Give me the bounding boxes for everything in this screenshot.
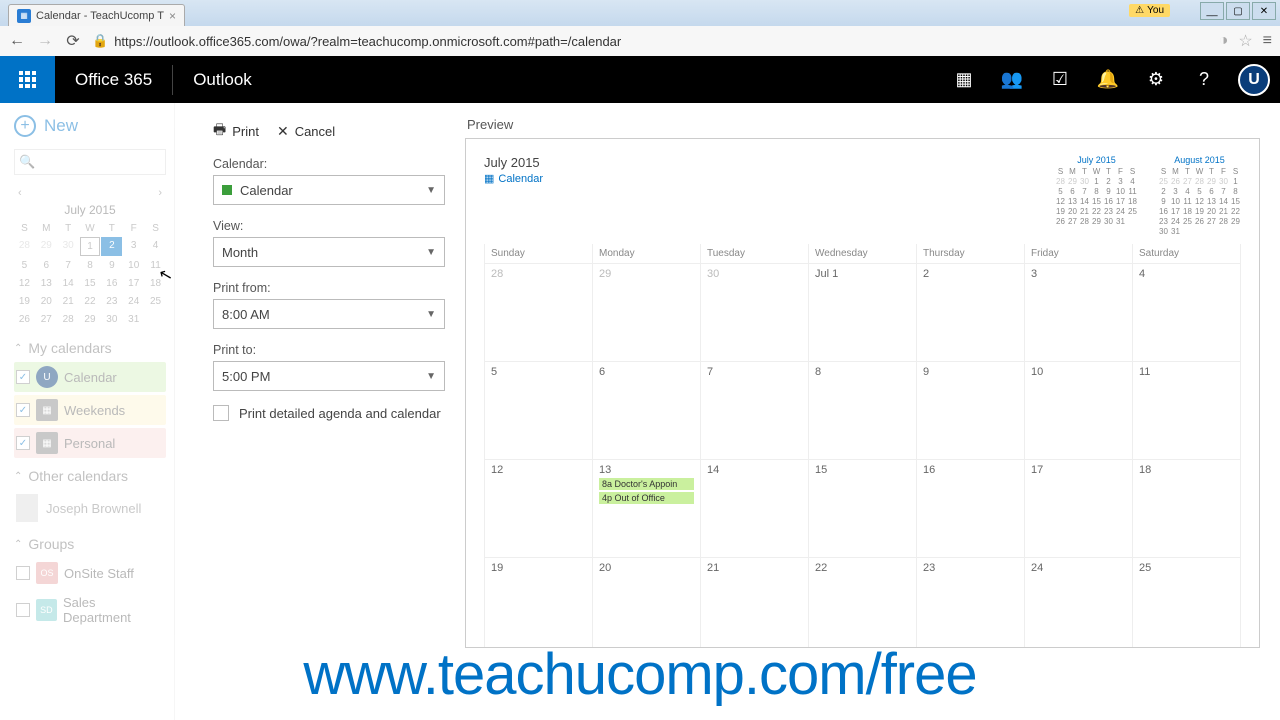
tasks-icon[interactable]: ☑ [1036,56,1084,103]
preview-mini-august: August 2015 SMTWTFS252627282930123456789… [1158,155,1241,236]
chrome-profile-badge[interactable]: ⚠ You [1129,4,1170,17]
calendar-sidebar: + New 🔍 ‹ › July 2015 SMTWTFS282930123456… [0,103,175,720]
maximize-button[interactable]: ▢ [1226,2,1250,20]
calendar-select-label: Calendar: [213,157,445,171]
preview-label: Preview [467,117,1260,132]
tab-close-icon[interactable]: × [169,9,176,23]
print-icon: 🖶 [213,119,226,143]
preview-month-title: July 2015 [484,155,543,170]
waffle-icon [19,71,37,89]
mini-calendar-title: July 2015 [14,203,166,217]
minimize-button[interactable]: __ [1200,2,1224,20]
print-to-label: Print to: [213,343,445,357]
chevron-down-icon: ▼ [426,309,436,320]
chevron-down-icon: ▼ [426,247,436,258]
settings-gear-icon[interactable]: ⚙ [1132,56,1180,103]
other-calendars-header[interactable]: ⌃Other calendars [14,468,166,484]
new-button[interactable]: + New [14,115,166,137]
my-calendars-header[interactable]: ⌃My calendars [14,340,166,356]
lock-icon: 🔒 [92,33,108,49]
group-sales[interactable]: SDSales Department [14,591,166,629]
cancel-button[interactable]: ✕Cancel [277,123,335,140]
url-bar[interactable]: 🔒 https://outlook.office365.com/owa/?rea… [92,33,1209,49]
other-calendar-person[interactable]: Joseph Brownell [14,490,166,526]
browser-tab[interactable]: ▦ Calendar - TeachUcomp T × [8,4,185,26]
watermark-text: www.teachucomp.com/free [303,641,976,708]
calendar-header-icon[interactable]: ▦ [940,56,988,103]
help-icon[interactable]: ? [1180,56,1228,103]
calendar-item-personal[interactable]: ✓▦Personal [14,428,166,458]
mini-calendar[interactable]: SMTWTFS282930123456789101112131415161718… [14,221,166,328]
reload-button[interactable]: ⟳ [64,31,82,51]
group-onsite[interactable]: OSOnSite Staff [14,558,166,588]
main-content: + New 🔍 ‹ › July 2015 SMTWTFS282930123456… [0,103,1280,720]
suite-title: Office 365 [55,70,172,90]
view-select-label: View: [213,219,445,233]
chrome-menu-icon[interactable]: ≡ [1263,32,1272,50]
tab-title: Calendar - TeachUcomp T [36,10,164,22]
notifications-icon[interactable]: 🔔 [1084,56,1132,103]
detailed-agenda-checkbox[interactable]: Print detailed agenda and calendar [213,405,445,421]
chevron-down-icon: ▼ [426,185,436,196]
app-launcher-button[interactable] [0,56,55,103]
calendar-color-swatch [222,185,232,195]
calendar-icon: ▦ [484,172,494,185]
calendar-select[interactable]: Calendar ▼ [213,175,445,205]
preview-mini-july: July 2015 SMTWTFS28293012345678910111213… [1055,155,1138,236]
o365-header: Office 365 Outlook ▦ 👥 ☑ 🔔 ⚙ ? U [0,56,1280,103]
back-button[interactable]: ← [8,32,26,50]
view-select[interactable]: Month▼ [213,237,445,267]
prev-month-icon[interactable]: ‹ [18,187,22,199]
preview-month-grid: SundayMondayTuesdayWednesdayThursdayFrid… [484,244,1241,648]
browser-chrome: ▦ Calendar - TeachUcomp T × ⚠ You __ ▢ ✕… [0,0,1280,56]
search-input[interactable]: 🔍 [14,149,166,175]
tab-bar: ▦ Calendar - TeachUcomp T × ⚠ You __ ▢ ✕ [0,0,1280,26]
people-icon[interactable]: 👥 [988,56,1036,103]
checkbox-icon [213,405,229,421]
preview-box: July 2015 ▦Calendar July 2015 SMTWTFS282… [465,138,1260,648]
print-to-select[interactable]: 5:00 PM▼ [213,361,445,391]
bookmark-star-icon[interactable]: ☆ [1238,31,1252,51]
tab-favicon: ▦ [17,9,31,23]
print-from-select[interactable]: 8:00 AM▼ [213,299,445,329]
page-info-icon[interactable]: ◑ [1219,32,1229,50]
print-button[interactable]: 🖶Print [213,119,259,143]
print-from-label: Print from: [213,281,445,295]
window-controls: __ ▢ ✕ [1200,2,1276,20]
app-title[interactable]: Outlook [172,65,272,95]
plus-icon: + [14,115,36,137]
close-icon: ✕ [277,123,289,140]
groups-header[interactable]: ⌃Groups [14,536,166,552]
next-month-icon[interactable]: › [158,187,162,199]
chevron-down-icon: ▼ [426,371,436,382]
calendar-item-calendar[interactable]: ✓UCalendar [14,362,166,392]
print-options-panel: ↖ 🖶Print ✕Cancel Calendar: Calendar ▼ Vi… [175,103,465,720]
preview-panel: Preview July 2015 ▦Calendar July 2015 SM… [465,103,1280,720]
user-avatar[interactable]: U [1238,64,1270,96]
nav-bar: ← → ⟳ 🔒 https://outlook.office365.com/ow… [0,26,1280,56]
preview-calendar-name: ▦Calendar [484,172,543,185]
close-window-button[interactable]: ✕ [1252,2,1276,20]
url-text: https://outlook.office365.com/owa/?realm… [114,34,621,49]
calendar-item-weekends[interactable]: ✓▦Weekends [14,395,166,425]
forward-button[interactable]: → [36,32,54,50]
